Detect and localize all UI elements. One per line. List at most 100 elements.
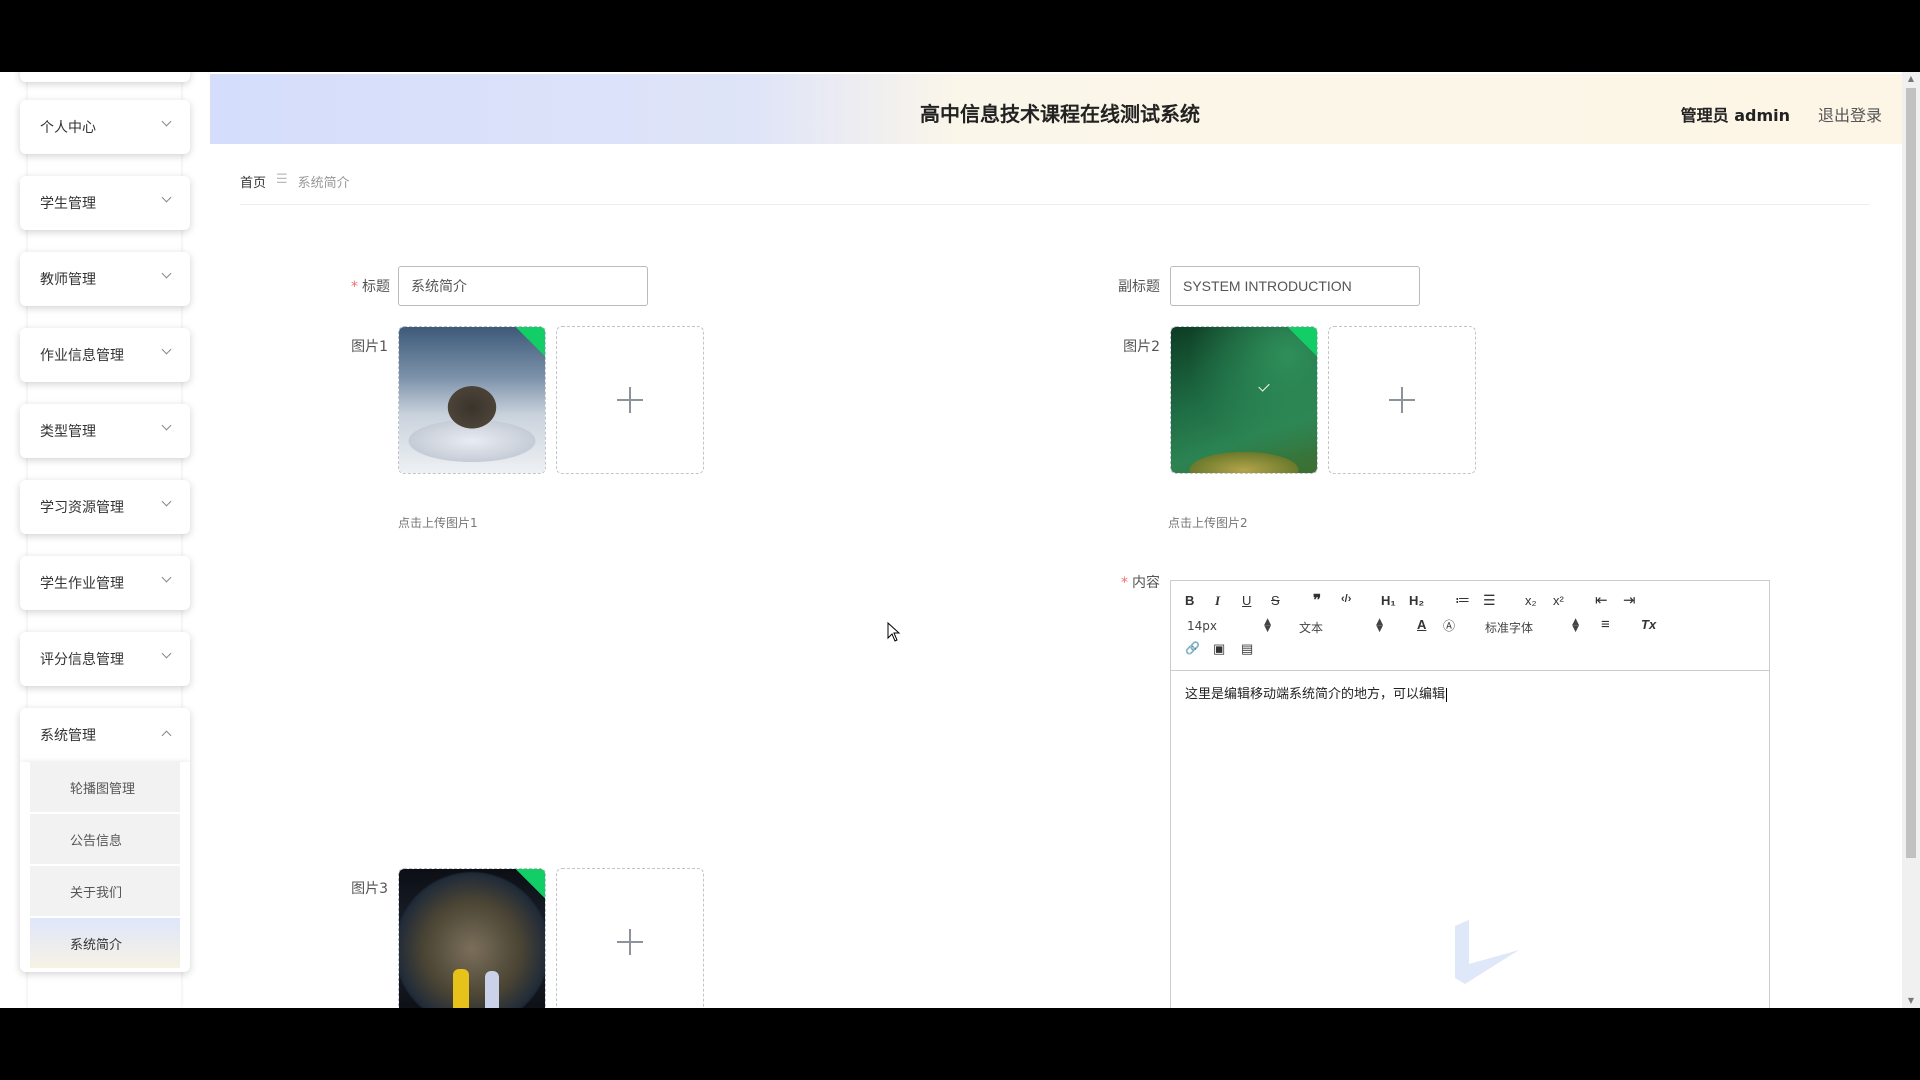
app-viewport: 个人中心 学生管理 教师管理 作业信息管理 类型管理 学习资源管理 学生作业管理 xyxy=(0,72,1920,1008)
background-color-icon[interactable]: Ⓐ xyxy=(1443,617,1455,634)
h1-icon[interactable]: H₁ xyxy=(1381,593,1396,608)
chevron-up-icon xyxy=(161,730,172,741)
editor-toolbar: B I U S ❞ ‹/› H₁ H₂ ≔ ☰ x₂ x² ⇤ ⇥ 14px ▲… xyxy=(1171,581,1769,671)
subscript-icon[interactable]: x₂ xyxy=(1525,593,1537,608)
sidebar-item-teacher-management[interactable]: 教师管理 xyxy=(20,252,190,306)
figure-shape xyxy=(485,971,499,1008)
sidebar-item-label: 学生管理 xyxy=(40,196,96,212)
image2-upload-button[interactable] xyxy=(1328,326,1476,474)
image3-preview xyxy=(399,869,545,1008)
mouse-cursor-icon xyxy=(887,622,901,642)
chevron-down-icon xyxy=(161,572,172,583)
breadcrumb-current: 系统简介 xyxy=(297,176,350,191)
breadcrumb: 首页 ☰ 系统简介 xyxy=(240,172,350,191)
outdent-icon[interactable]: ⇤ xyxy=(1595,591,1608,609)
sidebar: 个人中心 学生管理 教师管理 作业信息管理 类型管理 学习资源管理 学生作业管理 xyxy=(0,72,200,1008)
plus-icon xyxy=(617,929,643,955)
sidebar-item-label: 个人中心 xyxy=(40,120,96,136)
breadcrumb-separator-icon: ☰ xyxy=(276,172,288,187)
header-picker[interactable]: 文本 ▲ ▼ xyxy=(1299,617,1383,636)
sidebar-item-label: 作业信息管理 xyxy=(40,348,124,364)
title-label-text: 标题 xyxy=(362,279,390,295)
scroll-down-arrow-icon[interactable]: ▼ xyxy=(1906,996,1916,1005)
editor-content[interactable]: 这里是编辑移动端系统简介的地方，可以编辑 xyxy=(1185,683,1447,702)
font-family-picker[interactable]: 标准字体 ▲ ▼ xyxy=(1485,618,1579,636)
title-input[interactable] xyxy=(398,266,648,306)
sidebar-subitem-about-us[interactable]: 关于我们 xyxy=(30,866,180,916)
required-mark: * xyxy=(351,279,358,295)
sort-arrows-icon: ▲ ▼ xyxy=(1376,617,1383,634)
plus-icon xyxy=(617,387,643,413)
image1-thumbnail[interactable] xyxy=(398,326,546,474)
sidebar-subitem-label: 关于我们 xyxy=(70,885,123,901)
code-icon[interactable]: ‹/› xyxy=(1341,593,1351,605)
sidebar-item-student-management[interactable]: 学生管理 xyxy=(20,176,190,230)
italic-icon[interactable]: I xyxy=(1215,593,1220,609)
image1-upload-button[interactable] xyxy=(556,326,704,474)
sidebar-subitem-carousel[interactable]: 轮播图管理 xyxy=(30,762,180,812)
scrollbar-thumb[interactable] xyxy=(1906,88,1916,858)
chevron-down-icon xyxy=(161,420,172,431)
chevron-down-icon xyxy=(161,268,172,279)
h2-icon[interactable]: H₂ xyxy=(1409,593,1424,608)
sidebar-item-partial xyxy=(20,72,190,82)
content-label-text: 内容 xyxy=(1132,575,1160,591)
bold-icon[interactable]: B xyxy=(1185,593,1194,608)
text-color-icon[interactable]: A xyxy=(1417,617,1426,632)
user-name: 管理员 admin xyxy=(1680,106,1790,125)
sidebar-subitem-announcements[interactable]: 公告信息 xyxy=(30,814,180,864)
sidebar-item-type-management[interactable]: 类型管理 xyxy=(20,404,190,458)
clear-format-icon[interactable]: Tx xyxy=(1641,617,1656,632)
chevron-down-icon xyxy=(161,496,172,507)
scroll-up-arrow-icon[interactable]: ▲ xyxy=(1906,74,1916,83)
app-title: 高中信息技术课程在线测试系统 xyxy=(920,102,1200,126)
sidebar-subitem-label: 系统简介 xyxy=(70,937,123,953)
logout-link[interactable]: 退出登录 xyxy=(1818,102,1882,126)
sidebar-item-learning-resources[interactable]: 学习资源管理 xyxy=(20,480,190,534)
sidebar-subitem-label: 公告信息 xyxy=(70,833,123,849)
watermark-logo-icon xyxy=(1455,920,1519,984)
underline-icon[interactable]: U xyxy=(1242,593,1251,608)
sidebar-subitem-system-intro[interactable]: 系统简介 xyxy=(30,918,180,968)
sidebar-item-label: 类型管理 xyxy=(40,424,96,440)
image3-label: 图片3 xyxy=(351,881,388,897)
header-picker-value: 文本 xyxy=(1299,621,1324,635)
strike-icon[interactable]: S xyxy=(1271,593,1280,608)
link-icon[interactable]: 🔗 xyxy=(1185,641,1200,655)
sidebar-item-student-homework[interactable]: 学生作业管理 xyxy=(20,556,190,610)
sidebar-item-homework-info-management[interactable]: 作业信息管理 xyxy=(20,328,190,382)
image3-upload-button[interactable] xyxy=(556,868,704,1008)
sidebar-submenu: 轮播图管理 公告信息 关于我们 系统简介 xyxy=(20,762,190,972)
breadcrumb-home[interactable]: 首页 xyxy=(240,172,266,191)
subtitle-label: 副标题 xyxy=(1118,279,1160,295)
letterbox-top xyxy=(0,0,1920,72)
image1-hint: 点击上传图片1 xyxy=(398,516,478,530)
sidebar-item-label: 评分信息管理 xyxy=(40,652,124,668)
image3-thumbnail[interactable] xyxy=(398,868,546,1008)
divider xyxy=(240,204,1870,205)
align-icon[interactable]: ≡ xyxy=(1601,616,1610,633)
superscript-icon[interactable]: x² xyxy=(1553,593,1564,608)
indent-icon[interactable]: ⇥ xyxy=(1623,591,1636,609)
chevron-down-icon xyxy=(161,192,172,203)
sidebar-item-system-management[interactable]: 系统管理 xyxy=(20,708,190,762)
subtitle-input[interactable] xyxy=(1170,266,1420,306)
quote-icon[interactable]: ❞ xyxy=(1313,591,1321,609)
sidebar-item-label: 教师管理 xyxy=(40,272,96,288)
header: 高中信息技术课程在线测试系统 管理员 admin 退出登录 xyxy=(210,74,1910,144)
bullet-list-icon[interactable]: ☰ xyxy=(1483,592,1496,609)
ordered-list-icon[interactable]: ≔ xyxy=(1455,591,1470,609)
font-family-value: 标准字体 xyxy=(1485,621,1534,635)
title-label: * 标题 xyxy=(310,276,390,296)
font-size-picker[interactable]: 14px ▲ ▼ xyxy=(1187,618,1271,634)
video-icon[interactable]: ▤ xyxy=(1241,641,1253,657)
chevron-down-icon xyxy=(161,116,172,127)
sidebar-item-label: 系统管理 xyxy=(40,728,96,744)
sidebar-item-label: 学生作业管理 xyxy=(40,576,124,592)
sidebar-item-personal-center[interactable]: 个人中心 xyxy=(20,100,190,154)
image2-thumbnail[interactable] xyxy=(1170,326,1318,474)
sidebar-item-label: 学习资源管理 xyxy=(40,500,124,516)
image-icon[interactable]: ▣ xyxy=(1213,641,1225,657)
sidebar-item-rating-management[interactable]: 评分信息管理 xyxy=(20,632,190,686)
content-label: * 内容 xyxy=(1080,572,1160,592)
